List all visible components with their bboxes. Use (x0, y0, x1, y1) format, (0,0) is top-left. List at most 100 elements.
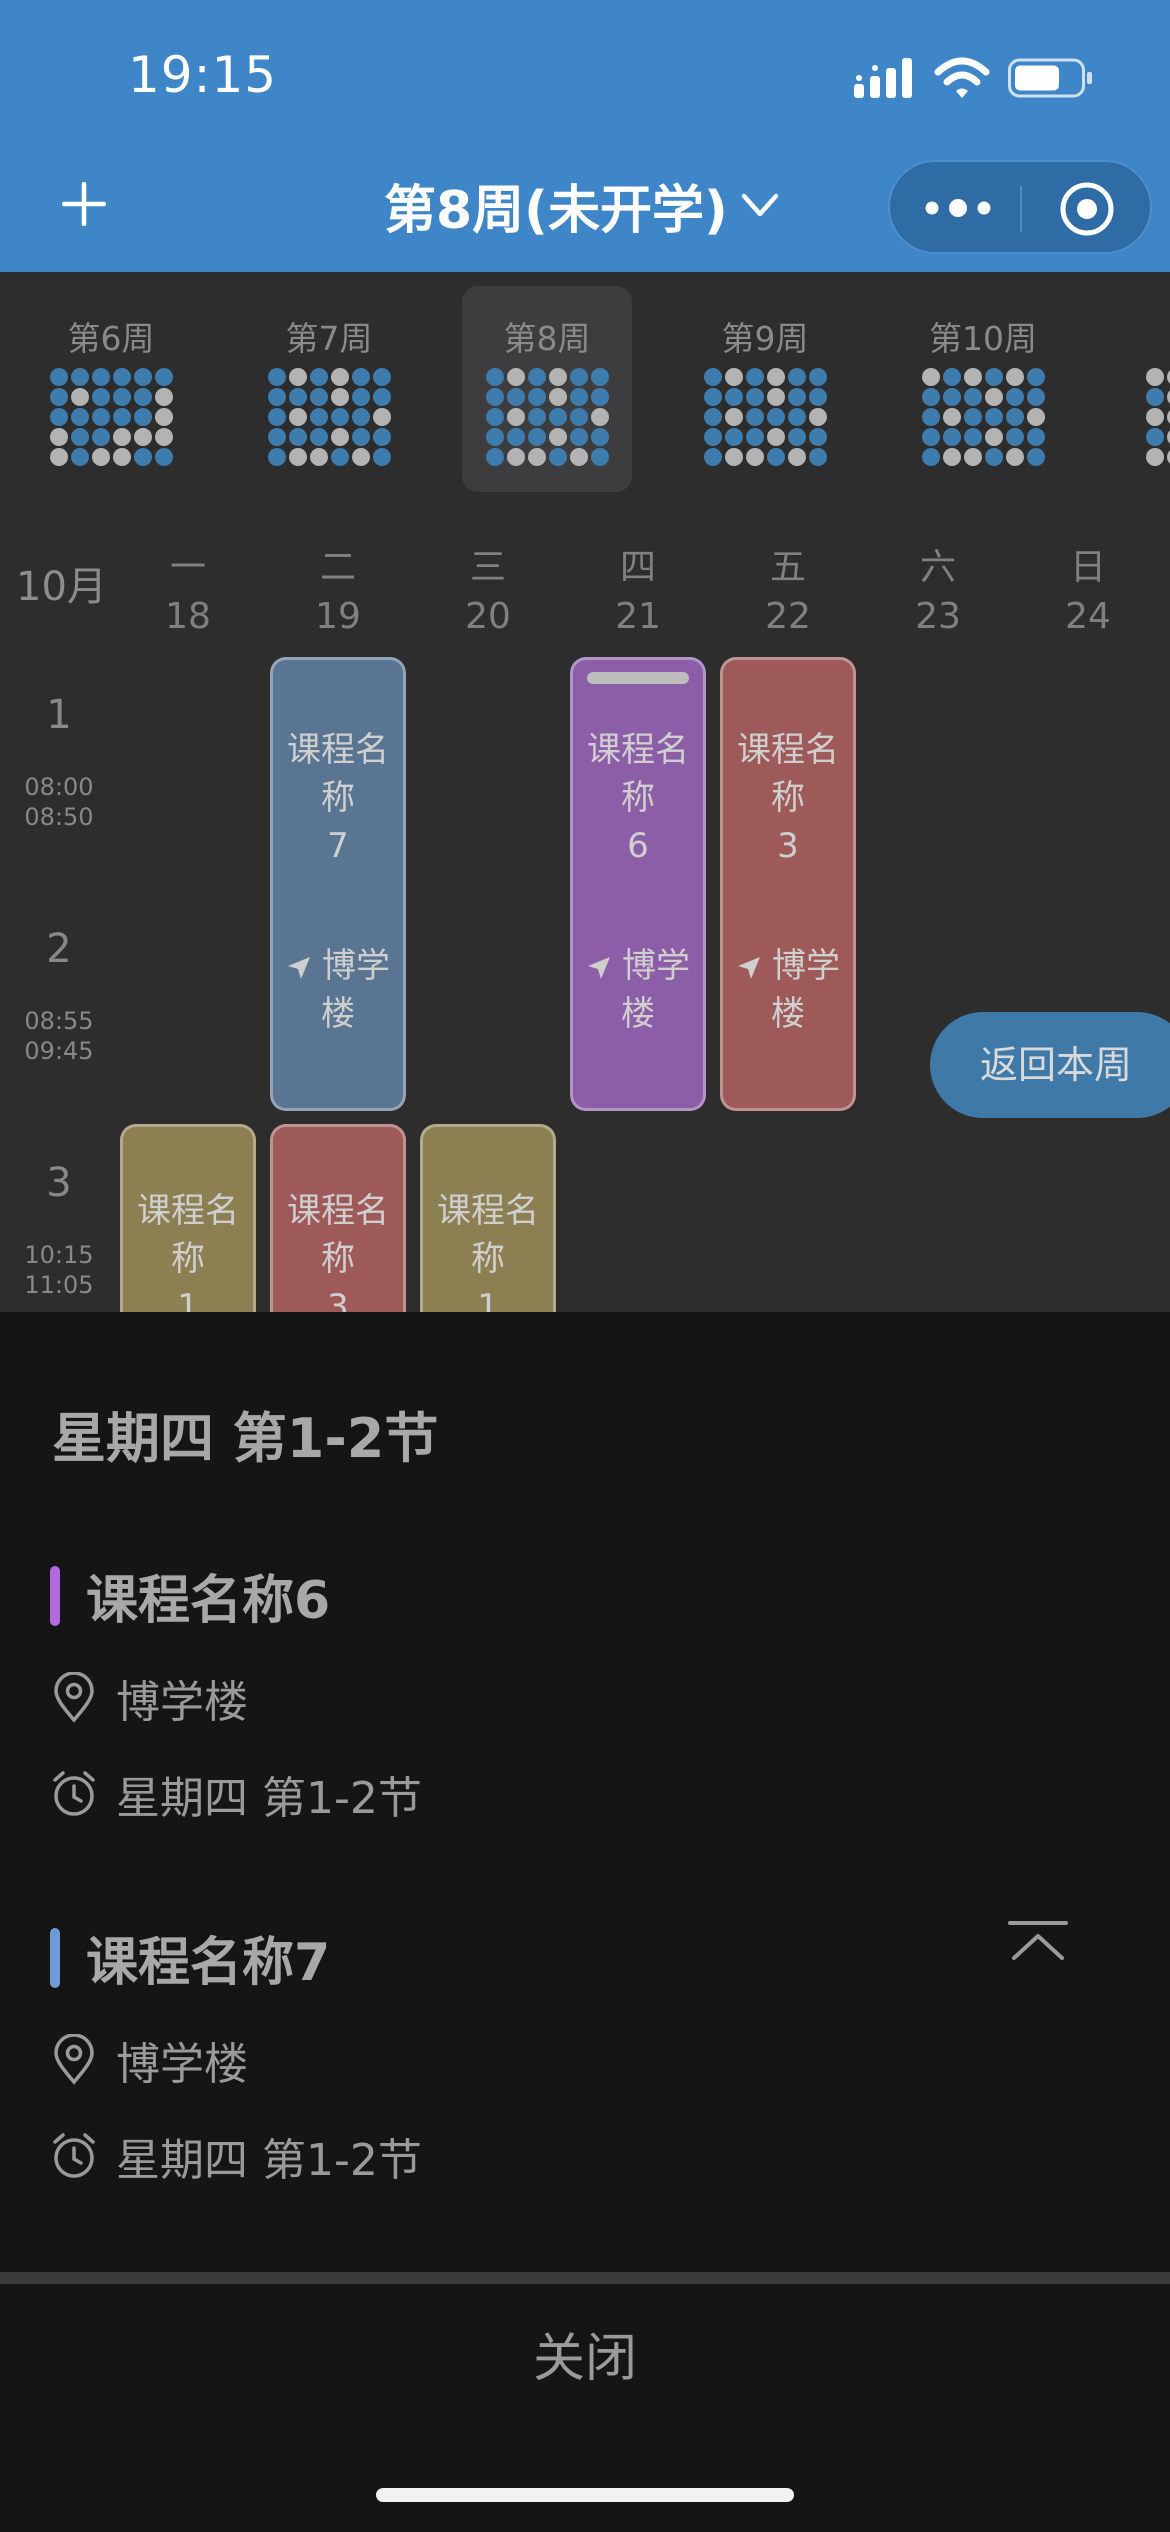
day-header: 六 23 (873, 538, 1003, 637)
close-button[interactable]: 关闭 (0, 2284, 1170, 2434)
week-dot (1027, 448, 1045, 466)
week-dot (310, 388, 328, 406)
week-dot (591, 388, 609, 406)
week-dot (570, 408, 588, 426)
week-dot (985, 428, 1003, 446)
week-dot (746, 428, 764, 446)
week-dot (373, 408, 391, 426)
day-header: 日 24 (1023, 538, 1153, 637)
week-dot (507, 388, 525, 406)
period-number: 3 (46, 1160, 72, 1206)
target-icon[interactable] (1058, 180, 1116, 238)
week-dot (570, 448, 588, 466)
week-dot (486, 388, 504, 406)
week-dot (310, 368, 328, 386)
week-tab[interactable]: 第6周 (26, 286, 196, 492)
location-row: 博学楼 (50, 1666, 248, 1730)
week-dot (964, 428, 982, 446)
week-dot (155, 428, 173, 446)
week-dot (746, 408, 764, 426)
weekday-name: 四 (619, 547, 656, 588)
course-detail-sheet: 星期四 第1-2节 课程名称6 博学楼 星期四 第1-2节 课程名称7 博学楼 … (0, 1312, 1170, 2532)
week-dot (1146, 428, 1164, 446)
time-row: 星期四 第1-2节 (50, 2124, 422, 2188)
week-tab[interactable]: 第7周 (244, 286, 414, 492)
navigation-arrow-icon (588, 956, 610, 979)
course-entry[interactable]: 课程名称7 博学楼 星期四 第1-2节 (50, 1920, 1120, 2220)
week-dot (1146, 388, 1164, 406)
week-dot (528, 408, 546, 426)
location-pin-icon (54, 1672, 94, 1723)
more-icon[interactable] (920, 190, 996, 226)
week-dot (92, 448, 110, 466)
day-date: 19 (315, 596, 361, 637)
week-dot (725, 448, 743, 466)
course-card[interactable]: 课程名称 6 博学楼 (570, 657, 706, 1111)
week-dot (985, 448, 1003, 466)
course-card[interactable]: 课程名称 3 博学楼 (720, 657, 856, 1111)
week-dot (985, 368, 1003, 386)
week-dot (507, 368, 525, 386)
week-dot (331, 408, 349, 426)
week-dot (268, 408, 286, 426)
location-pin-icon (54, 2034, 94, 2085)
week-dot (134, 408, 152, 426)
weekday-name: 五 (769, 547, 806, 588)
collapse-up-icon[interactable] (1006, 1920, 1070, 1964)
plus-icon[interactable] (62, 182, 106, 226)
week-dot (50, 408, 68, 426)
week-dot (113, 408, 131, 426)
week-dot (134, 388, 152, 406)
week-tab-partial[interactable] (1116, 286, 1170, 492)
week-dot (704, 388, 722, 406)
week-dot (352, 448, 370, 466)
back-to-this-week-button[interactable]: 返回本周 (930, 1012, 1170, 1118)
week-dot (310, 408, 328, 426)
week-dot (809, 428, 827, 446)
week-tab-label: 第8周 (503, 319, 591, 358)
week-dot (704, 448, 722, 466)
weekday-name: 日 (1069, 547, 1106, 588)
course-name: 课程名称6 (587, 730, 689, 866)
course-color-bar (50, 1566, 60, 1626)
week-tab[interactable]: 第8周 (462, 286, 632, 492)
timetable-area: 第6周 第7周 第8周 第9周 第10周 10月 一 18 二 19 三 20 四 21 五 22 六 23 日… (0, 272, 1170, 1312)
week-dot (943, 448, 961, 466)
drag-handle[interactable] (587, 672, 689, 684)
week-dot (570, 388, 588, 406)
period-end-time: 09:45 (24, 1037, 94, 1065)
week-dot (591, 428, 609, 446)
course-card[interactable]: 课程名称 1 (420, 1124, 556, 1312)
period-start-time: 08:00 (24, 773, 94, 801)
course-name: 课程名称 1 (137, 1191, 239, 1312)
week-dot (331, 428, 349, 446)
week-dot (788, 428, 806, 446)
week-dot (788, 408, 806, 426)
week-dot (331, 388, 349, 406)
week-dot (725, 408, 743, 426)
course-entry[interactable]: 课程名称6 博学楼 星期四 第1-2节 (50, 1558, 1120, 1858)
week-title-dropdown[interactable]: 第8周(未开学) (384, 170, 780, 241)
course-card[interactable]: 课程名称 7 博学楼 (270, 657, 406, 1111)
day-header: 四 21 (573, 538, 703, 637)
alarm-clock-icon (53, 2133, 95, 2178)
time-text: 星期四 第1-2节 (116, 1773, 422, 1824)
week-dot (507, 428, 525, 446)
course-card[interactable]: 课程名称 3 (270, 1124, 406, 1312)
week-dot (352, 428, 370, 446)
week-tab[interactable]: 第9周 (680, 286, 850, 492)
week-dot (1027, 428, 1045, 446)
course-card[interactable]: 课程名称 1 (120, 1124, 256, 1312)
week-dot (134, 368, 152, 386)
week-dot (809, 448, 827, 466)
week-dot (92, 388, 110, 406)
week-tab[interactable]: 第10周 (898, 286, 1068, 492)
week-dot (809, 408, 827, 426)
week-dot (943, 388, 961, 406)
week-dot (352, 408, 370, 426)
period-label: 3 10:15 11:05 (0, 1160, 118, 1300)
week-dot (964, 368, 982, 386)
week-dot (113, 428, 131, 446)
week-dot (134, 428, 152, 446)
time-row: 星期四 第1-2节 (50, 1762, 422, 1826)
